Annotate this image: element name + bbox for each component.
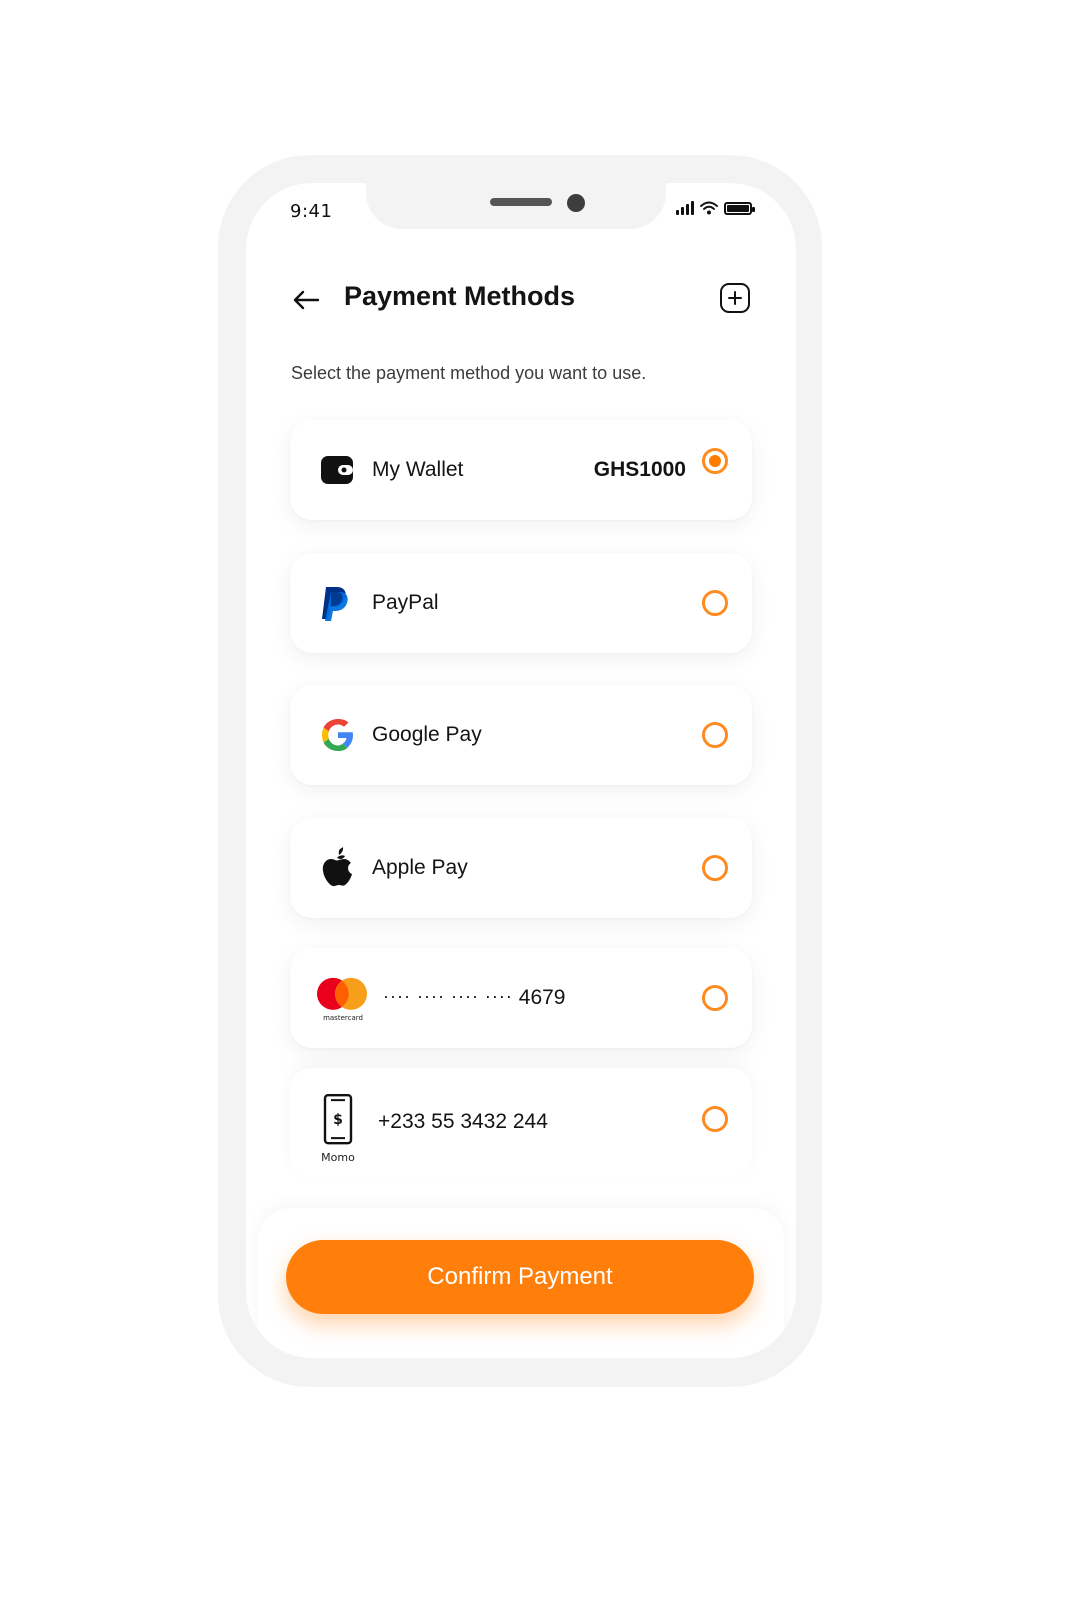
mastercard-logo: mastercard: [316, 977, 370, 1023]
card-number-mask: ···· ···· ···· ····: [383, 986, 513, 1006]
method-momo[interactable]: $ Momo +233 55 3432 244: [290, 1068, 752, 1178]
radio-momo[interactable]: [702, 1105, 728, 1132]
apple-icon: [322, 847, 352, 887]
method-label: Apple Pay: [372, 856, 468, 879]
wallet-icon: [321, 456, 353, 484]
camera: [567, 194, 585, 212]
method-paypal[interactable]: PayPal: [290, 553, 752, 653]
method-label: Google Pay: [372, 723, 482, 746]
signal-icon: [676, 201, 694, 215]
method-label: My Wallet: [372, 458, 464, 481]
radio-apple-pay[interactable]: [702, 855, 728, 881]
method-google-pay[interactable]: Google Pay: [290, 685, 752, 785]
confirm-payment-button[interactable]: Confirm Payment: [286, 1240, 754, 1314]
card-number: ···· ···· ···· ···· 4679: [383, 986, 565, 1010]
radio-paypal[interactable]: [702, 590, 728, 616]
arrow-left-icon: [293, 290, 320, 310]
phone-screen: 9:41 Payment Methods Select the payment: [246, 183, 796, 1358]
radio-wallet[interactable]: [702, 448, 728, 474]
momo-caption: Momo: [321, 1151, 355, 1165]
wallet-balance: GHS1000: [593, 458, 686, 481]
status-icons: [676, 201, 755, 215]
plus-icon: [728, 291, 742, 305]
method-wallet[interactable]: My Wallet GHS1000: [290, 420, 752, 520]
momo-phone-icon: $: [323, 1093, 353, 1145]
radio-google-pay[interactable]: [702, 722, 728, 748]
back-button[interactable]: [290, 284, 322, 316]
google-icon: [322, 719, 353, 751]
page-subtitle: Select the payment method you want to us…: [291, 363, 647, 383]
add-payment-method-button[interactable]: [720, 283, 750, 313]
momo-logo: $ Momo: [318, 1093, 358, 1164]
mastercard-icon: [317, 977, 367, 1010]
speaker: [490, 198, 552, 206]
card-last4: 4679: [518, 986, 566, 1009]
battery-icon: [724, 201, 755, 215]
stage: 9:41 Payment Methods Select the payment: [0, 0, 1067, 1600]
paypal-icon: [322, 587, 348, 621]
wifi-icon: [700, 201, 718, 215]
mastercard-caption: mastercard: [323, 1013, 363, 1022]
svg-text:$: $: [333, 1112, 343, 1128]
status-time: 9:41: [290, 201, 333, 222]
radio-mastercard[interactable]: [702, 985, 728, 1011]
method-label: PayPal: [372, 591, 439, 614]
notch: [366, 183, 666, 229]
momo-number: +233 55 3432 244: [378, 1109, 548, 1133]
method-apple-pay[interactable]: Apple Pay: [290, 818, 752, 918]
page-title: Payment Methods: [344, 281, 576, 311]
method-mastercard[interactable]: mastercard ···· ···· ···· ···· 4679: [290, 948, 752, 1048]
